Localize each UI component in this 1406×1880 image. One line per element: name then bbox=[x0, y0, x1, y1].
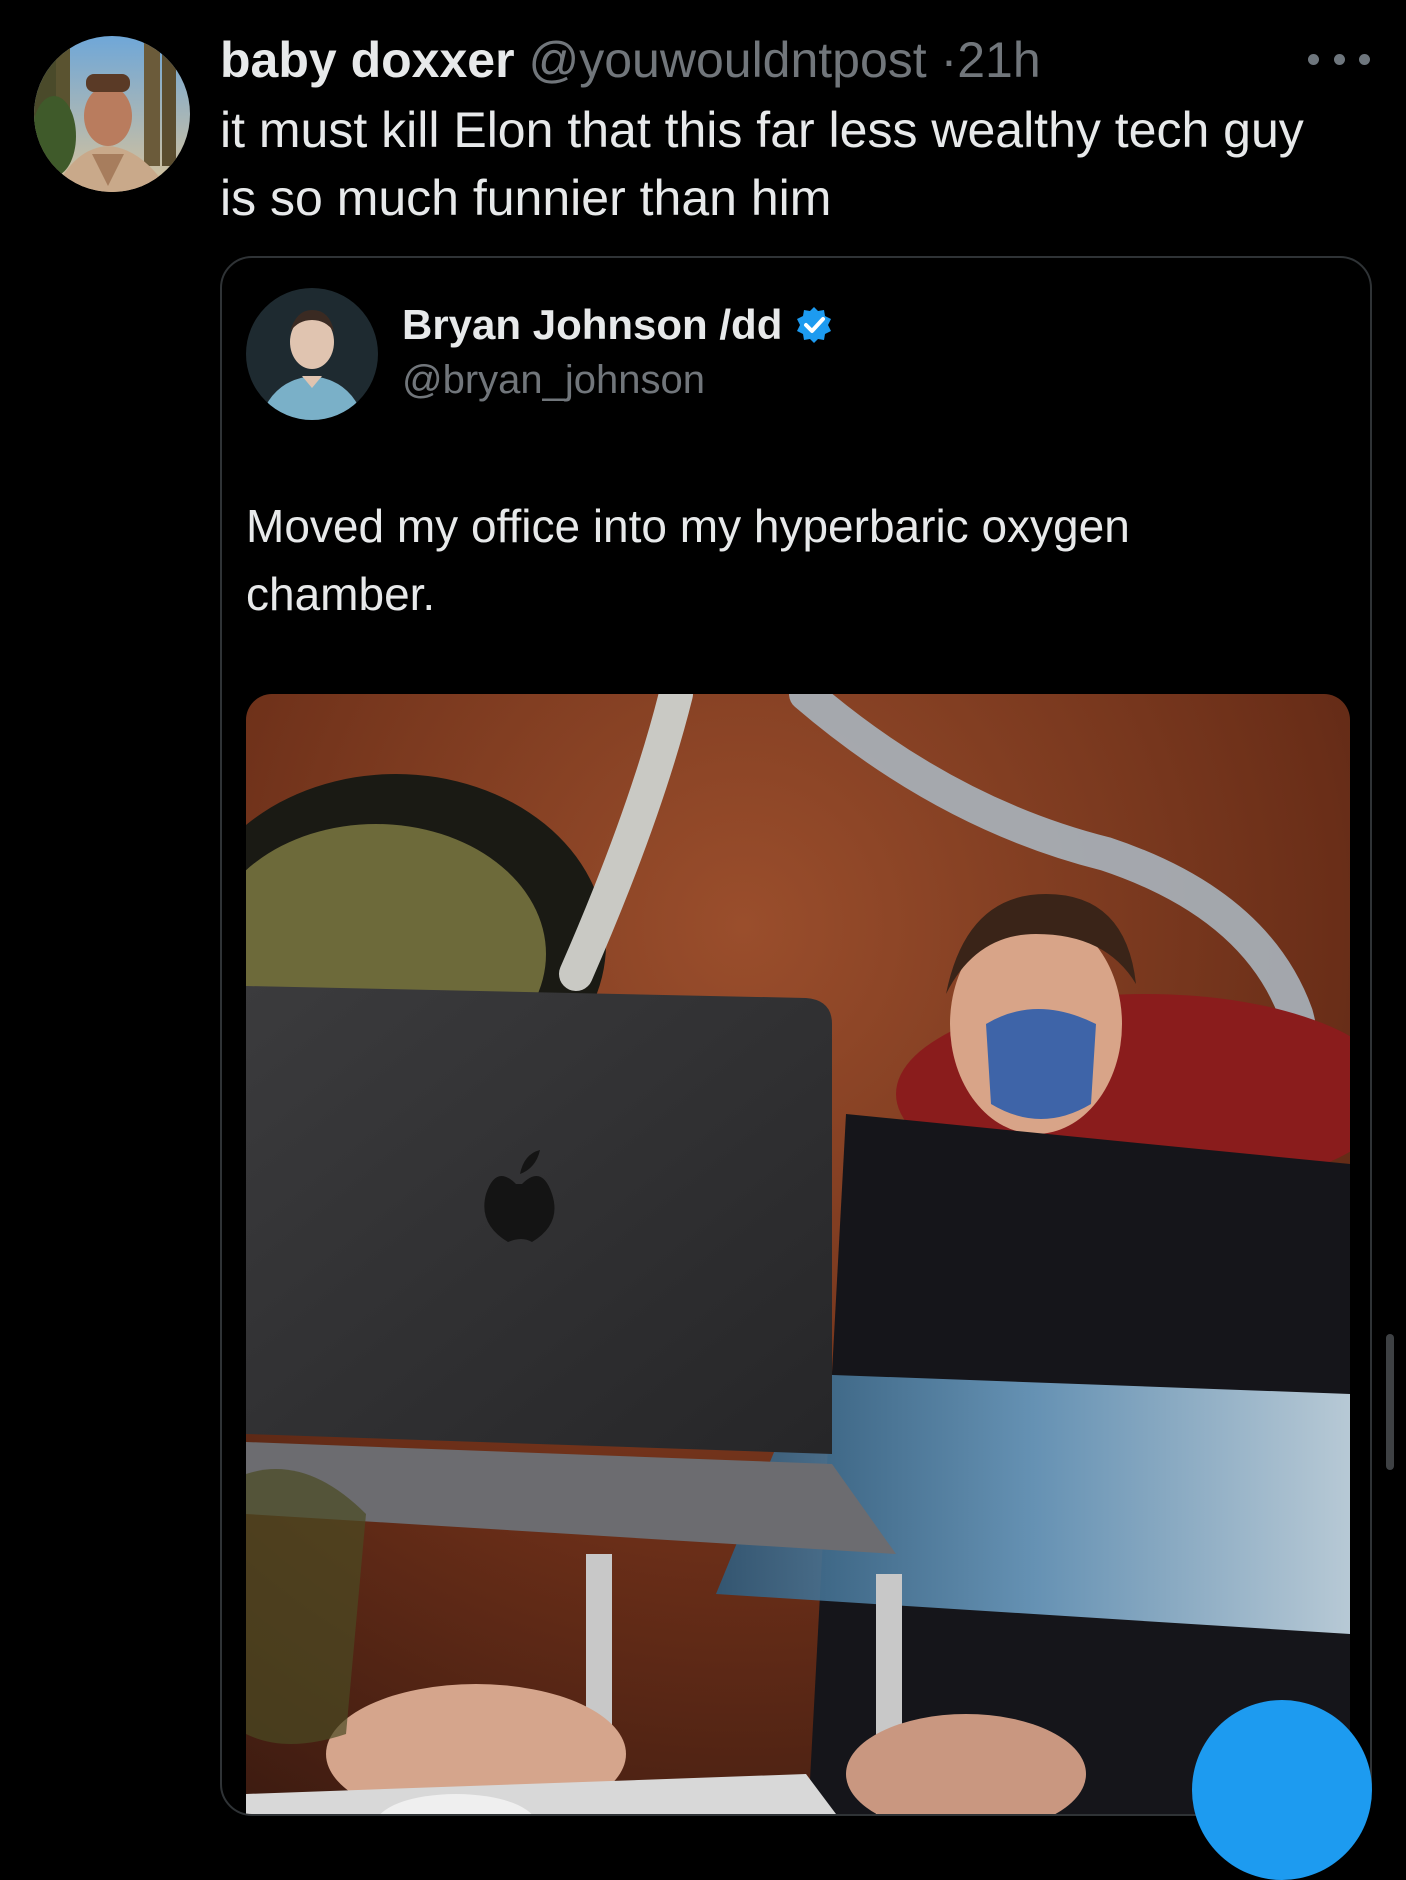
quoted-author-avatar-image bbox=[246, 288, 378, 420]
quoted-author-display-name[interactable]: Bryan Johnson /dd bbox=[402, 298, 782, 352]
more-options-icon[interactable] bbox=[1308, 36, 1370, 82]
author-avatar[interactable] bbox=[34, 36, 190, 192]
quoted-author-handle[interactable]: @bryan_johnson bbox=[402, 354, 705, 406]
quoted-tweet-photo[interactable] bbox=[246, 694, 1350, 1814]
compose-fab-button[interactable] bbox=[1192, 1700, 1372, 1880]
quoted-author-avatar[interactable] bbox=[246, 288, 378, 420]
author-display-name[interactable]: baby doxxer bbox=[220, 32, 515, 88]
quoted-author-name-row: Bryan Johnson /dd bbox=[402, 298, 834, 352]
scrollbar[interactable] bbox=[1386, 1334, 1394, 1470]
header-separator: · bbox=[940, 32, 958, 88]
tweet[interactable]: baby doxxer @youwouldntpost ·21h it must… bbox=[0, 0, 1406, 1880]
more-dot bbox=[1333, 53, 1345, 65]
tweet-header: baby doxxer @youwouldntpost ·21h bbox=[220, 28, 1041, 92]
author-avatar-image bbox=[34, 36, 190, 192]
more-dot bbox=[1359, 53, 1370, 65]
tweet-timestamp[interactable]: 21h bbox=[957, 32, 1040, 88]
more-dot bbox=[1308, 53, 1319, 65]
tweet-text: it must kill Elon that this far less wea… bbox=[220, 102, 1304, 226]
hyperbaric-chamber-photo bbox=[246, 694, 1350, 1814]
author-handle[interactable]: @youwouldntpost bbox=[528, 32, 926, 88]
quoted-tweet-text: Moved my office into my hyperbaric oxyge… bbox=[246, 500, 1130, 620]
quoted-tweet-card[interactable]: Bryan Johnson /dd @bryan_johnson Moved m… bbox=[220, 256, 1372, 1816]
verified-badge-icon bbox=[797, 307, 832, 343]
